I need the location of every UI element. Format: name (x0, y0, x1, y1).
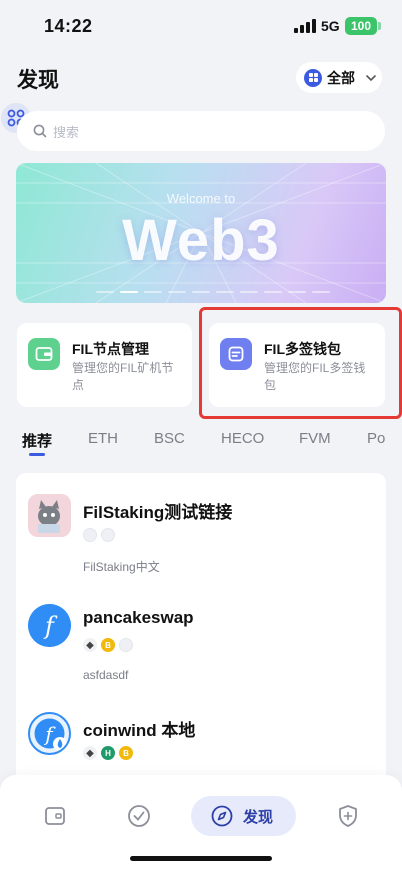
chain-badges: ◆ H B (83, 746, 133, 760)
tab-recommended[interactable]: 推荐 (22, 430, 52, 451)
dapp-desc: FilStaking中文 (83, 560, 160, 574)
compass-icon (211, 805, 233, 827)
quick-card-desc: 管理您的FIL多签钱包 (264, 361, 366, 392)
multisig-icon (220, 338, 252, 370)
status-time: 14:22 (44, 16, 93, 36)
fil-multisig-wallet-card[interactable]: FIL多签钱包 管理您的FIL多签钱包 (209, 323, 385, 407)
grid-icon (304, 68, 322, 87)
dapp-name: FilStaking测试链接 (83, 503, 233, 522)
eth-icon: ◆ (83, 746, 97, 760)
banner-pagination (96, 291, 330, 293)
battery-tip (378, 22, 381, 30)
chain-icon (83, 528, 97, 542)
category-filter-button[interactable]: 全部 (296, 62, 382, 93)
list-item[interactable]: FilStaking测试链接 FilStaking中文 (16, 494, 386, 604)
nav-security[interactable] (335, 803, 361, 829)
heco-icon: H (101, 746, 115, 760)
category-tabs: 推荐 ETH BSC HECO FVM Po (22, 430, 402, 460)
shield-icon (339, 805, 357, 827)
promo-banner[interactable]: Welcome to Web3 (16, 163, 386, 303)
signal-icon (294, 19, 316, 33)
quick-card-title: FIL多签钱包 (264, 341, 341, 357)
dapp-desc: asfdasdf (83, 668, 129, 682)
banner-title: Web3 (122, 208, 280, 273)
active-tab-indicator (29, 453, 45, 456)
tab-po[interactable]: Po (367, 430, 385, 447)
coinwind-logo: f (28, 712, 71, 755)
check-icon (128, 805, 150, 827)
tab-bsc[interactable]: BSC (154, 430, 185, 447)
list-item[interactable]: f pancakeswap ◆ B asfdasdf (16, 604, 386, 714)
bsc-icon: B (101, 638, 115, 652)
fil-node-management-card[interactable]: FIL节点管理 管理您的FIL矿机节点 (17, 323, 192, 407)
nav-discover-label: 发现 (243, 808, 274, 826)
home-indicator (130, 856, 272, 861)
filstaking-logo (28, 494, 71, 537)
chain-badges: ◆ B (83, 638, 133, 652)
search-input[interactable]: 搜索 (17, 111, 385, 151)
network-label: 5G (321, 18, 340, 34)
quick-card-desc: 管理您的FIL矿机节点 (72, 361, 174, 392)
filter-label: 全部 (327, 69, 355, 86)
nav-tasks[interactable] (126, 803, 152, 829)
dapp-name: coinwind 本地 (83, 721, 196, 740)
banner-subtitle: Welcome to (166, 191, 236, 206)
tab-eth[interactable]: ETH (88, 430, 118, 447)
quick-card-title: FIL节点管理 (72, 341, 149, 357)
chain-icon (119, 638, 133, 652)
battery-icon: 100 (345, 17, 377, 35)
wallet-icon (45, 807, 65, 825)
chain-badges (83, 528, 115, 542)
nav-wallet[interactable] (42, 803, 68, 829)
dapp-name: pancakeswap (83, 608, 194, 627)
eth-icon: ◆ (83, 638, 97, 652)
search-icon (33, 124, 47, 138)
chain-icon (101, 528, 115, 542)
dapp-list: FilStaking测试链接 FilStaking中文 f pancakeswa… (16, 473, 386, 793)
tab-fvm[interactable]: FVM (299, 430, 331, 447)
filecoin-logo: f (28, 604, 71, 647)
nav-discover[interactable]: 发现 (191, 796, 296, 836)
status-bar: 14:22 5G 100 (0, 0, 402, 52)
wallet-icon (28, 338, 60, 370)
bsc-icon: B (119, 746, 133, 760)
search-placeholder: 搜索 (53, 124, 80, 140)
page-title: 发现 (17, 69, 59, 92)
chevron-down-icon (366, 74, 376, 81)
tab-heco[interactable]: HECO (221, 430, 264, 447)
